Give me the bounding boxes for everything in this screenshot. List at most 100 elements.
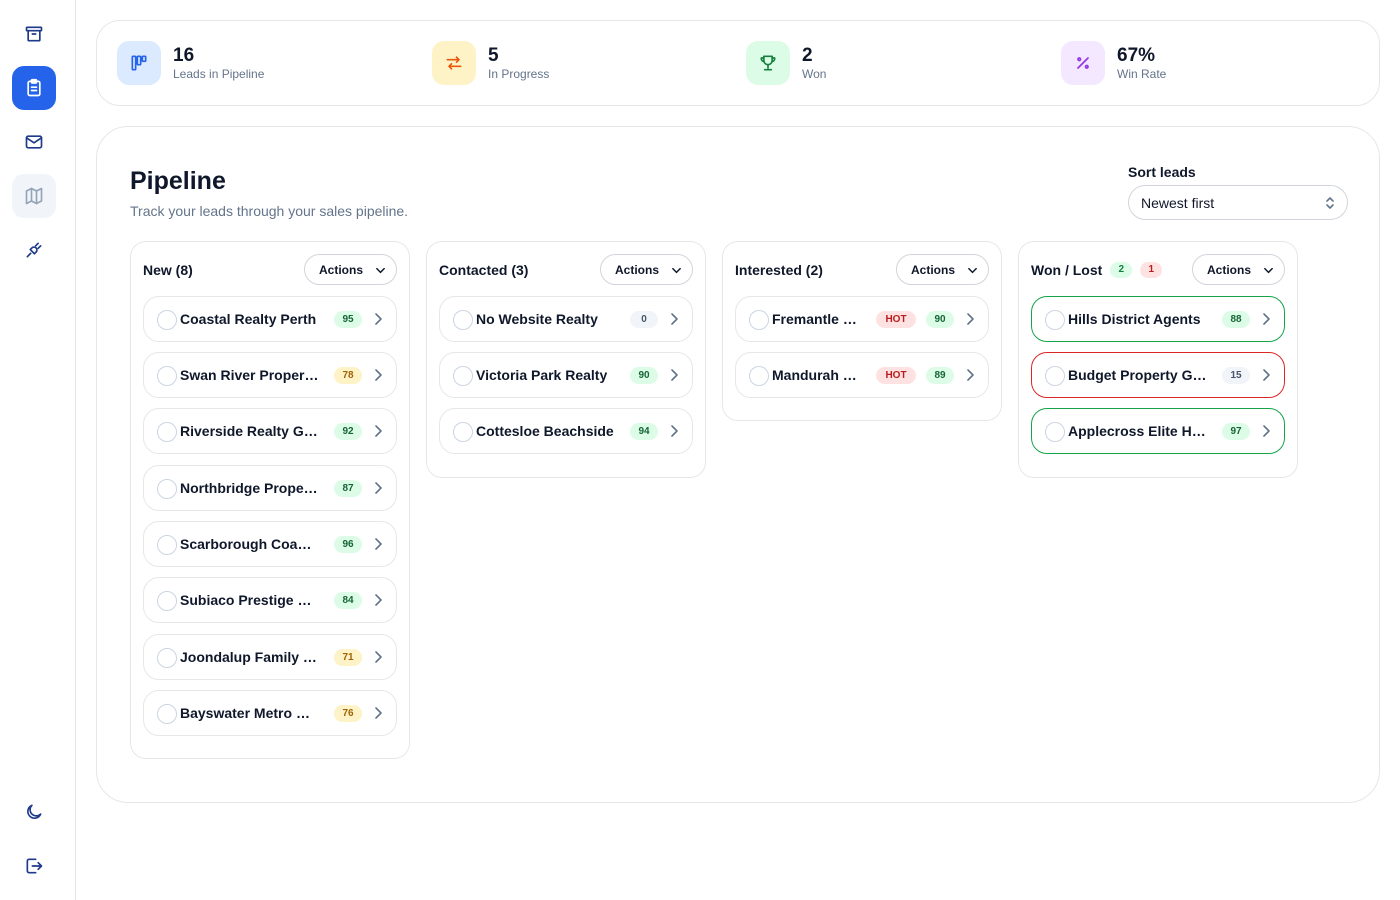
moon-icon xyxy=(27,804,42,819)
stat-label: Win Rate xyxy=(1117,67,1167,81)
score-badge: 92 xyxy=(334,423,362,440)
lead-name: Fremantle Realty xyxy=(772,311,862,327)
actions-label: Actions xyxy=(615,262,660,277)
score-badge: 90 xyxy=(926,311,954,328)
theme-toggle-button[interactable] xyxy=(12,790,56,834)
actions-button[interactable]: Actions xyxy=(600,254,693,285)
chevron-right-icon xyxy=(1263,313,1270,325)
stat-won: 2 Won xyxy=(746,41,826,85)
lead-checkbox[interactable] xyxy=(749,366,769,386)
column-title: New (8) xyxy=(143,262,193,278)
lead-card[interactable]: Victoria Park Realty 90 xyxy=(439,352,693,398)
lead-card[interactable]: Cottesloe Beachside 94 xyxy=(439,408,693,454)
lead-name: Swan River Properties xyxy=(180,367,322,383)
score-badge: 0 xyxy=(630,311,658,328)
lead-card[interactable]: Bayswater Metro Realty 76 xyxy=(143,690,397,736)
actions-button[interactable]: Actions xyxy=(304,254,397,285)
score-badge: 87 xyxy=(334,480,362,497)
chevron-right-icon xyxy=(375,313,382,325)
lead-checkbox[interactable] xyxy=(157,310,177,330)
clipboard-list-icon xyxy=(27,78,41,97)
kanban-icon xyxy=(131,55,147,71)
chevron-right-icon xyxy=(375,482,382,494)
lead-card[interactable]: Northbridge Properties 87 xyxy=(143,465,397,511)
plug-icon xyxy=(26,242,42,258)
lead-name: Scarborough Coastal xyxy=(180,536,318,552)
trophy-icon xyxy=(760,55,776,71)
lead-card[interactable]: Fremantle Realty HOT 90 xyxy=(735,296,989,342)
chevron-right-icon xyxy=(967,369,974,381)
nav-leads-button[interactable] xyxy=(12,66,56,110)
percent-icon xyxy=(1077,57,1089,69)
stats-bar: 16 Leads in Pipeline 5 In Progress 2 Won… xyxy=(96,20,1380,106)
chevron-down-icon xyxy=(1264,267,1273,274)
chevron-down-icon xyxy=(672,267,681,274)
chevron-right-icon xyxy=(375,594,382,606)
score-badge: 89 xyxy=(926,367,954,384)
lead-card[interactable]: Mandurah Realty HOT 89 xyxy=(735,352,989,398)
nav-mail-button[interactable] xyxy=(12,120,56,164)
stat-icon-box xyxy=(117,41,161,85)
score-badge: 15 xyxy=(1222,367,1250,384)
lead-checkbox[interactable] xyxy=(1045,366,1065,386)
lead-checkbox[interactable] xyxy=(157,479,177,499)
stat-win-rate: 67% Win Rate xyxy=(1061,41,1166,85)
chevron-right-icon xyxy=(671,369,678,381)
sort-select-value: Newest first xyxy=(1141,194,1215,211)
chevron-right-icon xyxy=(375,651,382,663)
column-new: New (8) Actions Coastal Realty Perth 95 … xyxy=(130,241,410,759)
nav-map-button[interactable] xyxy=(12,174,56,218)
nav-integrations-button[interactable] xyxy=(12,228,56,272)
chevron-right-icon xyxy=(1263,425,1270,437)
lead-checkbox[interactable] xyxy=(157,422,177,442)
lead-card[interactable]: Riverside Realty Group 92 xyxy=(143,408,397,454)
actions-button[interactable]: Actions xyxy=(1192,254,1285,285)
lead-checkbox[interactable] xyxy=(157,648,177,668)
lead-checkbox[interactable] xyxy=(1045,310,1065,330)
score-badge: 95 xyxy=(334,311,362,328)
lead-card[interactable]: Joondalup Family Realty 71 xyxy=(143,634,397,680)
page-subtitle: Track your leads through your sales pipe… xyxy=(130,203,409,219)
lead-checkbox[interactable] xyxy=(453,422,473,442)
score-badge: 78 xyxy=(334,367,362,384)
logout-button[interactable] xyxy=(12,844,56,888)
actions-label: Actions xyxy=(911,262,956,277)
column-won-lost: Won / Lost 2 1 Actions Hills District Ag… xyxy=(1018,241,1298,478)
stat-value: 67% xyxy=(1117,45,1156,66)
column-contacted: Contacted (3) Actions No Website Realty … xyxy=(426,241,706,478)
lead-name: Hills District Agents xyxy=(1068,311,1201,327)
lead-checkbox[interactable] xyxy=(157,704,177,724)
score-badge: 94 xyxy=(630,423,658,440)
score-badge: 76 xyxy=(334,705,362,722)
lead-card[interactable]: Applecross Elite Homes 97 xyxy=(1031,408,1285,454)
lead-card[interactable]: Coastal Realty Perth 95 xyxy=(143,296,397,342)
lead-checkbox[interactable] xyxy=(453,366,473,386)
chevron-right-icon xyxy=(671,313,678,325)
lead-checkbox[interactable] xyxy=(157,591,177,611)
chevron-right-icon xyxy=(375,538,382,550)
actions-button[interactable]: Actions xyxy=(896,254,989,285)
stat-icon-box xyxy=(1061,41,1105,85)
sort-label: Sort leads xyxy=(1128,164,1196,180)
map-icon xyxy=(25,187,43,205)
lead-checkbox[interactable] xyxy=(157,366,177,386)
score-badge: 71 xyxy=(334,649,362,666)
lead-card[interactable]: Swan River Properties 78 xyxy=(143,352,397,398)
lead-card[interactable]: Budget Property Group 15 xyxy=(1031,352,1285,398)
pipeline-card: Pipeline Track your leads through your s… xyxy=(96,126,1380,803)
column-interested: Interested (2) Actions Fremantle Realty … xyxy=(722,241,1002,421)
nav-archive-button[interactable] xyxy=(12,12,56,56)
lead-card[interactable]: Scarborough Coastal 96 xyxy=(143,521,397,567)
lead-card[interactable]: Hills District Agents 88 xyxy=(1031,296,1285,342)
sort-select[interactable]: Newest first xyxy=(1128,185,1348,220)
lead-card[interactable]: No Website Realty 0 xyxy=(439,296,693,342)
lost-count-badge: 1 xyxy=(1140,262,1163,278)
arrows-swap-icon xyxy=(446,56,462,70)
lead-checkbox[interactable] xyxy=(157,535,177,555)
lead-checkbox[interactable] xyxy=(749,310,769,330)
hot-badge: HOT xyxy=(876,311,916,328)
lead-checkbox[interactable] xyxy=(1045,422,1065,442)
lead-checkbox[interactable] xyxy=(453,310,473,330)
chevron-right-icon xyxy=(375,707,382,719)
lead-card[interactable]: Subiaco Prestige Homes 84 xyxy=(143,577,397,623)
